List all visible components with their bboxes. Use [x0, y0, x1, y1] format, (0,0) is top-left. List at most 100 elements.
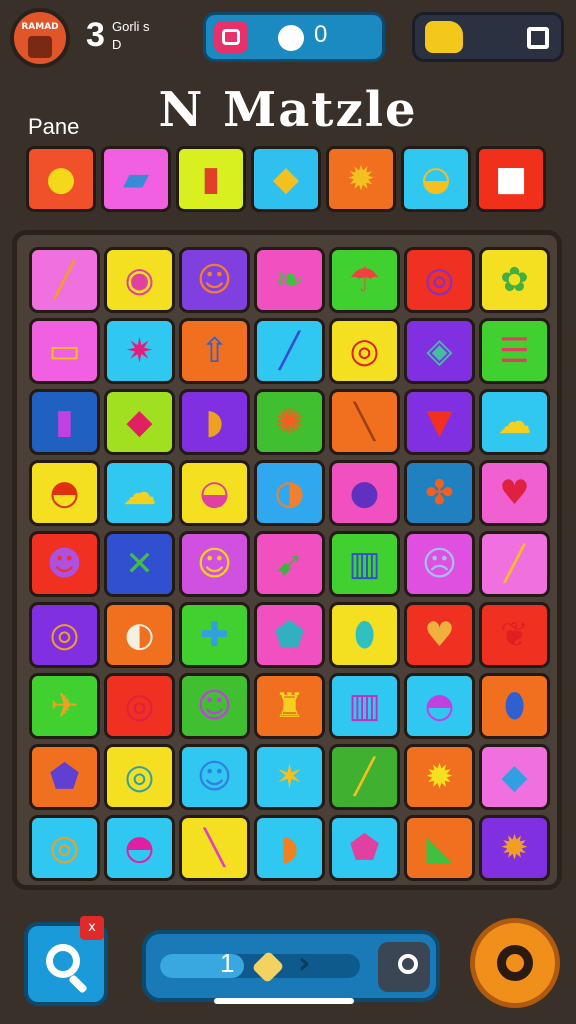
loop-icon: ◎ — [124, 757, 155, 797]
board-tile[interactable]: ☰ — [479, 318, 550, 384]
search-handle — [68, 974, 88, 994]
board-tile[interactable]: ◎ — [404, 247, 475, 313]
board-tile[interactable]: ☁ — [104, 460, 175, 526]
board-tile[interactable]: ☁ — [479, 389, 550, 455]
board-tile[interactable]: ✶ — [254, 744, 325, 810]
board-tile[interactable]: ✺ — [254, 389, 325, 455]
board-tile[interactable]: ✿ — [479, 247, 550, 313]
board-tile[interactable]: ╱ — [29, 247, 100, 313]
bowl-icon: ◒ — [421, 159, 451, 199]
progress-panel: 1 › — [142, 930, 440, 1002]
level-number: 3 — [86, 16, 105, 54]
preview-tile[interactable]: ▮ — [176, 146, 246, 212]
board-tile[interactable]: ◆ — [104, 389, 175, 455]
board-tile[interactable]: ╱ — [329, 744, 400, 810]
board-tile[interactable]: ◎ — [104, 744, 175, 810]
game-board: ╱ ◉ ☺ ❧ ☂ ◎ ✿ ▭ ✷ ⇧ ╱ ◎ ◈ ☰ ▮ ◆ ◗ ✺ ╲ ▼ ☁ ◓ ☁ ◒ ◑ ● ✤ ♥ ☻ ✕ ☺ ➹ ▥ ☹ ╱ ◎ ◐ ✚ ⬟ ⬮… — [12, 230, 562, 890]
board-tile[interactable]: ▮ — [29, 389, 100, 455]
level-caption-line-1: Gorli s — [112, 19, 150, 34]
crayon-icon: ╱ — [504, 544, 525, 584]
board-tile[interactable]: ◓ — [104, 815, 175, 881]
board-tile[interactable]: ✹ — [404, 744, 475, 810]
board-tile[interactable]: ☺ — [179, 247, 250, 313]
board-tile[interactable]: ☂ — [329, 247, 400, 313]
board-tile[interactable]: ☻ — [29, 531, 100, 597]
board-tile[interactable]: ♥ — [404, 602, 475, 668]
cookie-icon: ♥ — [424, 615, 455, 655]
board-tile[interactable]: ◎ — [329, 318, 400, 384]
level-caption-line-2: D — [112, 37, 122, 52]
board-tile[interactable]: ╱ — [479, 531, 550, 597]
board-tile[interactable]: ✈ — [29, 673, 100, 739]
board-tile[interactable]: ╱ — [254, 318, 325, 384]
hint-button[interactable] — [378, 942, 430, 992]
board-tile[interactable]: ♜ — [254, 673, 325, 739]
board-tile[interactable]: ✤ — [404, 460, 475, 526]
preview-tile[interactable]: ✹ — [326, 146, 396, 212]
board-tile[interactable]: ◒ — [179, 460, 250, 526]
cloud-icon: ☁ — [497, 402, 532, 442]
board-tile[interactable]: ❦ — [479, 602, 550, 668]
board-tile[interactable]: ▥ — [329, 673, 400, 739]
star-box-icon: ✷ — [125, 331, 154, 371]
bat-icon: ╲ — [354, 402, 375, 442]
board-tile[interactable]: ☺ — [179, 531, 250, 597]
board-tile[interactable]: ◐ — [104, 602, 175, 668]
player-avatar[interactable]: RAMAD — [10, 8, 70, 68]
preview-tile[interactable]: ● — [26, 146, 96, 212]
board-tile[interactable]: ◓ — [29, 460, 100, 526]
board-tile[interactable]: ◎ — [104, 673, 175, 739]
board-tile[interactable]: ✕ — [104, 531, 175, 597]
board-tile[interactable]: ☺ — [179, 744, 250, 810]
board-tile[interactable]: ● — [329, 460, 400, 526]
board-tile[interactable]: ☺ — [179, 673, 250, 739]
board-tile[interactable]: ☹ — [404, 531, 475, 597]
bow-icon: ◆ — [272, 159, 300, 199]
board-tile[interactable]: ◓ — [404, 673, 475, 739]
board-tile[interactable]: ⬟ — [329, 815, 400, 881]
board-tile[interactable]: ➹ — [254, 531, 325, 597]
key-icon — [398, 954, 418, 974]
board-tile[interactable]: ◈ — [404, 318, 475, 384]
board-tile[interactable]: ◆ — [479, 744, 550, 810]
banana-icon: ◗ — [280, 828, 299, 868]
board-tile[interactable]: ╲ — [329, 389, 400, 455]
cupcake-icon: ◓ — [424, 686, 455, 726]
board-tile[interactable]: ◗ — [254, 815, 325, 881]
board-tile[interactable]: ✷ — [104, 318, 175, 384]
marker-icon: ╱ — [279, 331, 300, 371]
preview-tile[interactable]: ■ — [476, 146, 546, 212]
board-tile[interactable]: ▭ — [29, 318, 100, 384]
diamond-icon: ◆ — [501, 757, 528, 797]
grin-icon: ☺ — [196, 544, 233, 584]
gem-icon: ◆ — [126, 402, 153, 442]
board-tile[interactable]: ◣ — [404, 815, 475, 881]
board-tile[interactable]: ⬟ — [29, 744, 100, 810]
preview-tile[interactable]: ▰ — [101, 146, 171, 212]
settings-button[interactable] — [470, 918, 560, 1008]
board-tile[interactable]: ◉ — [104, 247, 175, 313]
stop-button[interactable] — [527, 27, 549, 49]
sun-icon: ✹ — [346, 159, 376, 199]
preview-tile[interactable]: ◆ — [251, 146, 321, 212]
board-tile[interactable]: ◎ — [29, 815, 100, 881]
avatar-logo-text: RAMAD — [21, 22, 59, 32]
board-tile[interactable]: ▥ — [329, 531, 400, 597]
cheese-icon[interactable] — [425, 21, 463, 53]
board-tile[interactable]: ◗ — [179, 389, 250, 455]
board-tile[interactable]: ⬮ — [479, 673, 550, 739]
board-tile[interactable]: ⬟ — [254, 602, 325, 668]
board-tile[interactable]: ▼ — [404, 389, 475, 455]
board-tile[interactable]: ◑ — [254, 460, 325, 526]
board-tile[interactable]: ◎ — [29, 602, 100, 668]
board-tile[interactable]: ⇧ — [179, 318, 250, 384]
board-tile[interactable]: ✹ — [479, 815, 550, 881]
bug-icon: ✤ — [425, 473, 454, 513]
board-tile[interactable]: ♥ — [479, 460, 550, 526]
board-tile[interactable]: ❧ — [254, 247, 325, 313]
chevron-right-icon[interactable]: › — [298, 946, 310, 981]
board-tile[interactable]: ⬮ — [329, 602, 400, 668]
preview-tile[interactable]: ◒ — [401, 146, 471, 212]
board-tile[interactable]: ╲ — [179, 815, 250, 881]
board-tile[interactable]: ✚ — [179, 602, 250, 668]
